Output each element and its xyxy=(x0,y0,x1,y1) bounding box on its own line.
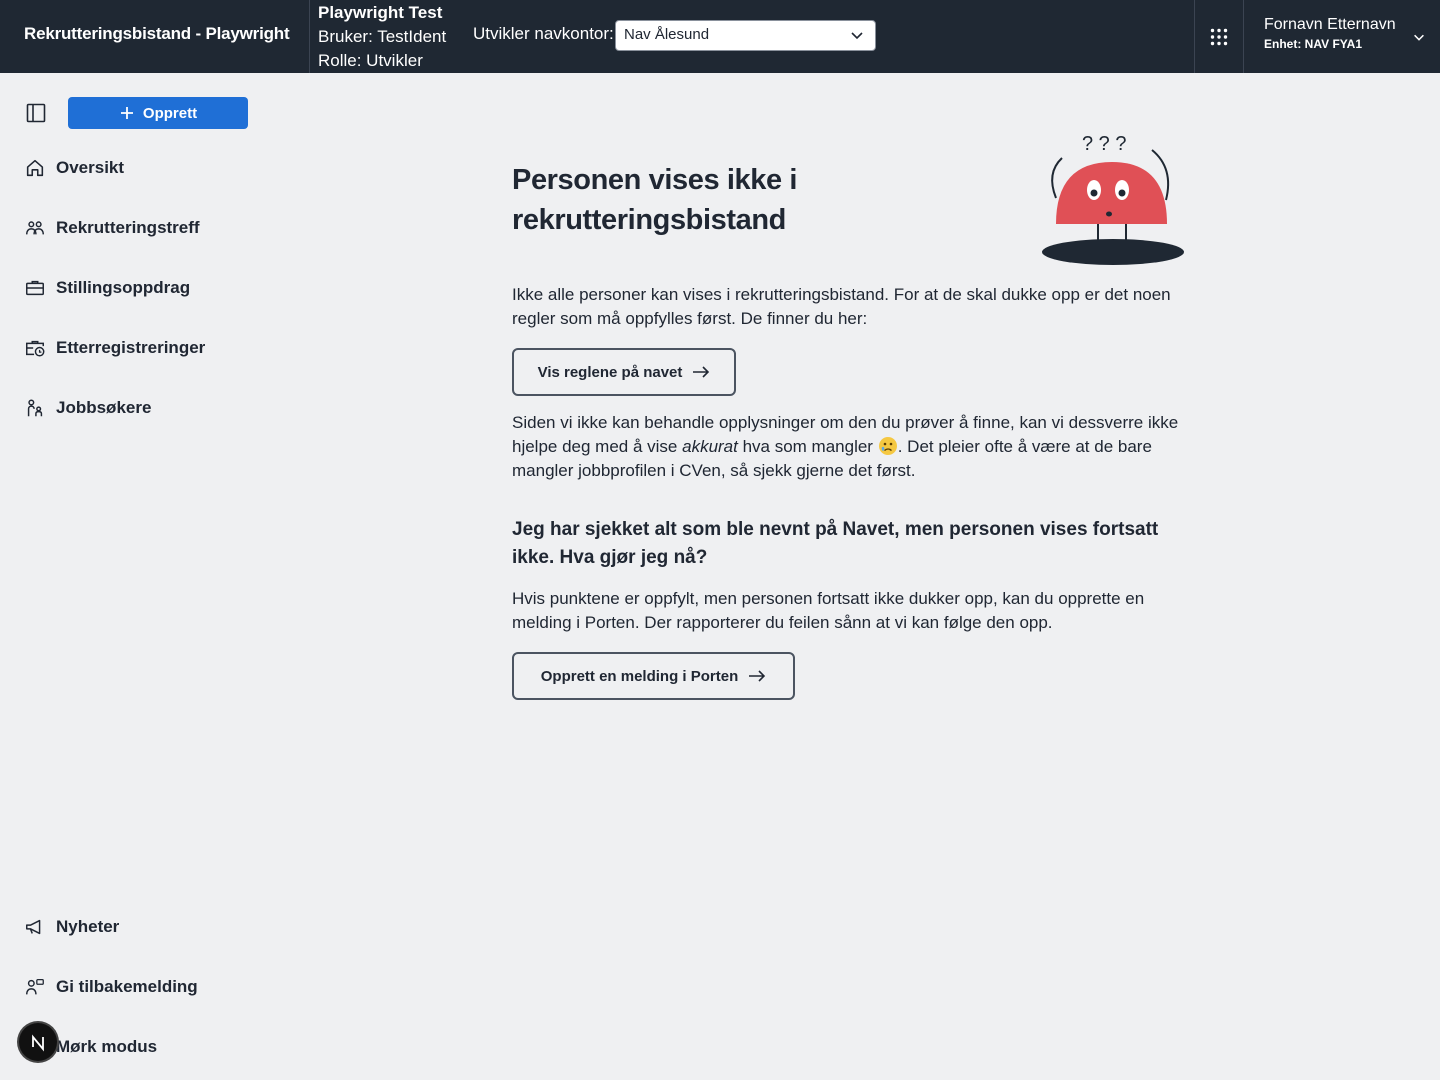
people-icon xyxy=(26,221,44,235)
page-title: Personen vises ikke i rekrutteringsbista… xyxy=(512,164,797,236)
sidebar-item-jobbsokere[interactable]: Jobbsøkere xyxy=(24,392,151,424)
person-group-icon xyxy=(27,399,43,417)
arrow-right-icon xyxy=(693,366,710,378)
section-heading: Jeg har sjekket alt som ble nevnt på Nav… xyxy=(512,519,1159,568)
sidebar-item-rekrutteringstreff[interactable]: Rekrutteringstreff xyxy=(24,212,200,244)
role-line: Rolle: Utvikler xyxy=(318,51,423,70)
briefcase-icon xyxy=(26,280,44,296)
megaphone-icon xyxy=(26,919,41,935)
sidebar-item-oversikt[interactable]: Oversikt xyxy=(24,152,124,184)
user-menu[interactable]: Fornavn Etternavn Enhet: NAV FYA1 xyxy=(1264,16,1396,51)
playwright-info: Playwright Test Bruker: TestIdent Rolle:… xyxy=(318,1,446,73)
sidebar-item-tilbakemelding[interactable]: Gi tilbakemelding xyxy=(24,971,198,1003)
plus-icon xyxy=(120,107,133,119)
header-divider xyxy=(309,0,310,73)
sidebar-item-nyheter[interactable]: Nyheter xyxy=(24,911,119,943)
user-name: Fornavn Etternavn xyxy=(1264,16,1396,33)
question-marks: ? ? ? xyxy=(1082,133,1126,155)
briefcase-clock-icon xyxy=(26,340,45,357)
chevron-down-icon xyxy=(851,32,863,40)
sad-blob-illustration: ? ? ? xyxy=(1042,133,1184,265)
porten-link-button[interactable]: Opprett en melding i Porten xyxy=(512,652,795,700)
top-header: Rekrutteringsbistand - Playwright Playwr… xyxy=(0,0,1440,73)
sidebar-toggle-icon[interactable] xyxy=(26,103,46,123)
explanation-text: Siden vi ikke kan behandle opplysninger … xyxy=(512,413,1179,480)
rules-button-label: Vis reglene på navet xyxy=(537,363,683,381)
sad-face-emoji-icon xyxy=(878,437,897,455)
n-logo-icon xyxy=(32,1034,44,1052)
sidebar-item-label: Rekrutteringstreff xyxy=(56,218,200,237)
sidebar-item-label: Jobbsøkere xyxy=(56,398,152,417)
house-icon xyxy=(26,159,44,177)
sidebar-item-label: Etterregistreringer xyxy=(56,338,206,357)
kontor-select-value: Nav Ålesund xyxy=(624,26,710,43)
playwright-title: Playwright Test xyxy=(318,3,443,22)
chevron-down-icon[interactable] xyxy=(1412,30,1426,44)
sidebar-item-label: Gi tilbakemelding xyxy=(56,977,198,996)
porten-button-label: Opprett en melding i Porten xyxy=(540,667,739,685)
sidebar-item-label: Mørk modus xyxy=(56,1037,158,1056)
header-divider xyxy=(1243,0,1244,73)
arrow-right-icon xyxy=(749,670,766,682)
app-title[interactable]: Rekrutteringsbistand - Playwright xyxy=(24,24,290,44)
dev-tools-badge[interactable] xyxy=(19,1023,57,1061)
user-line: Bruker: TestIdent xyxy=(318,27,447,46)
sidebar-item-stillingsoppdrag[interactable]: Stillingsoppdrag xyxy=(24,272,190,304)
user-unit: Enhet: NAV FYA1 xyxy=(1264,37,1363,51)
create-button[interactable]: Opprett xyxy=(68,97,248,129)
create-button-label: Opprett xyxy=(142,104,198,122)
sidebar-item-label: Stillingsoppdrag xyxy=(56,278,191,297)
intro-text: Ikke alle personer kan vises i rekrutter… xyxy=(512,285,1171,328)
sidebar-item-label: Nyheter xyxy=(56,917,120,936)
porten-text: Hvis punktene er oppfylt, men personen f… xyxy=(512,589,1145,632)
kontor-select[interactable]: Nav Ålesund xyxy=(615,20,876,51)
grid-icon xyxy=(1210,28,1228,45)
emphasis-text: akkurat xyxy=(682,437,738,456)
sidebar-item-label: Oversikt xyxy=(56,158,125,177)
rules-link-button[interactable]: Vis reglene på navet xyxy=(512,348,736,396)
kontor-label: Utvikler navkontor: xyxy=(473,24,614,43)
apps-menu-button[interactable] xyxy=(1195,0,1243,73)
sidebar-item-etterregistreringer[interactable]: Etterregistreringer xyxy=(24,332,205,364)
feedback-icon xyxy=(26,979,44,995)
